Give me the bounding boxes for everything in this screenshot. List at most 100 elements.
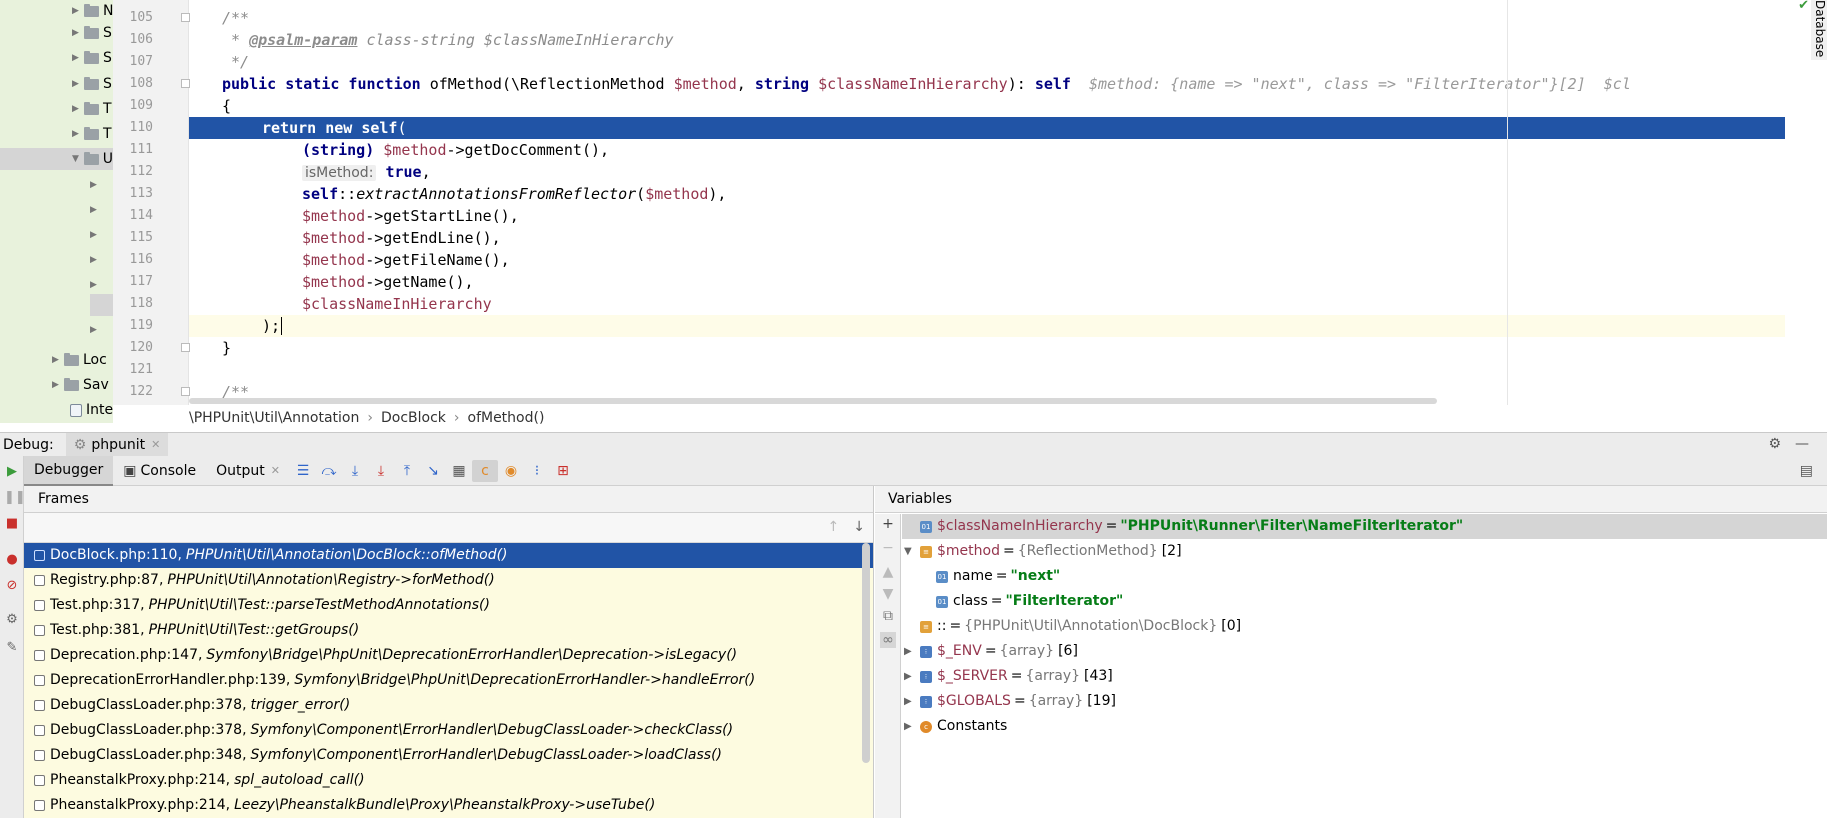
tree-item[interactable]: Inte	[70, 399, 113, 421]
add-icon[interactable]: +	[880, 516, 896, 532]
code-line[interactable]: */	[189, 51, 1785, 73]
pin-icon[interactable]: ✎	[4, 640, 20, 656]
tree-item[interactable]: ▶ S	[72, 47, 112, 69]
tree-item[interactable]: ▶	[90, 224, 102, 246]
debug-session-tab[interactable]: ⚙ phpunit ✕	[65, 432, 169, 457]
view-breakpoints-icon[interactable]: ●	[4, 552, 20, 568]
evaluate-expression-icon[interactable]: ▦	[446, 460, 472, 482]
chevron-right-icon[interactable]: ▶	[72, 28, 84, 38]
chevron-right-icon[interactable]: ▶	[90, 280, 102, 290]
tree-item[interactable]: ▶	[90, 249, 102, 271]
step-over-icon[interactable]: ⤼	[316, 460, 342, 482]
code-line[interactable]: $classNameInHierarchy	[189, 293, 1785, 315]
settings-icon[interactable]: ⚙	[4, 612, 20, 628]
frames-list[interactable]: DocBlock.php:110, PHPUnit\Util\Annotation…	[24, 543, 873, 818]
project-tree[interactable]: ▶ N ▶ S ▶ S ▶ S ▶ T ▶ T ▼ U ▶ ▶ ▶ ▶ ▶ ▶ ▶ Loc ▶ S…	[0, 0, 113, 423]
code-line[interactable]: $method->getName(),	[189, 271, 1785, 293]
mute-breakpoints-icon[interactable]: ⊘	[4, 578, 20, 594]
tree-item[interactable]	[90, 294, 113, 316]
tree-item[interactable]: ▶	[90, 319, 102, 341]
code-editor[interactable]: 105 106 107 108 109 110 111 112 113 114 …	[113, 0, 1827, 405]
code-line[interactable]: public static function ofMethod(\Reflect…	[189, 73, 1785, 95]
show-execution-point-icon[interactable]: ☰	[290, 460, 316, 482]
tree-item[interactable]: ▶ N	[72, 0, 113, 22]
sort-values-icon[interactable]: ⁝	[524, 460, 550, 482]
code-line[interactable]: isMethod: true,	[189, 161, 1785, 183]
resume-icon[interactable]: ▶	[4, 464, 20, 480]
frame-row[interactable]: DebugClassLoader.php:348, Symfony\Compone…	[24, 743, 873, 768]
variable-row[interactable]: 01 class = "FilterIterator"	[902, 589, 1827, 614]
code-line[interactable]: * @psalm-param class-string $classNameIn…	[189, 29, 1785, 51]
tree-item[interactable]: ▶ T	[72, 98, 112, 120]
chevron-right-icon[interactable]: ▶	[90, 255, 102, 265]
code-line[interactable]: }	[189, 337, 1785, 359]
database-tool-tab[interactable]: Database	[1811, 0, 1827, 60]
variables-tree[interactable]: 01 $classNameInHierarchy = "PHPUnit\Runn…	[902, 514, 1827, 818]
frame-row[interactable]: Deprecation.php:147, Symfony\Bridge\PhpUn…	[24, 643, 873, 668]
frame-row[interactable]: DocBlock.php:110, PHPUnit\Util\Annotation…	[24, 543, 873, 568]
variable-row[interactable]: ▶ ⁝ $_SERVER = {array} [43]	[902, 664, 1827, 689]
tree-item[interactable]: ▶ T	[72, 123, 112, 145]
code-line[interactable]: $method->getStartLine(),	[189, 205, 1785, 227]
caret-line[interactable]: );	[189, 315, 1785, 337]
horizontal-scrollbar[interactable]	[189, 398, 1437, 404]
tree-item-selected[interactable]: ▼ U	[0, 148, 113, 170]
copy-icon[interactable]: ⧉	[880, 608, 896, 624]
line-gutter[interactable]: 105 106 107 108 109 110 111 112 113 114 …	[113, 0, 190, 405]
move-down-icon[interactable]: ▼	[880, 586, 896, 602]
chevron-right-icon[interactable]: ▶	[90, 180, 102, 190]
close-icon[interactable]: ✕	[271, 464, 280, 477]
code-line[interactable]: self::extractAnnotationsFromReflector($m…	[189, 183, 1785, 205]
tab-debugger[interactable]: Debugger	[24, 455, 114, 486]
frame-row[interactable]: Test.php:317, PHPUnit\Util\Test::parseTes…	[24, 593, 873, 618]
variable-row[interactable]: ▶ ⁝ $GLOBALS = {array} [19]	[902, 689, 1827, 714]
move-up-icon[interactable]: ▲	[880, 564, 896, 580]
frame-row[interactable]: Test.php:381, PHPUnit\Util\Test::getGroup…	[24, 618, 873, 643]
variable-row[interactable]: 01 name = "next"	[902, 564, 1827, 589]
chevron-right-icon[interactable]: ▶	[90, 205, 102, 215]
pause-icon[interactable]: ❚❚	[4, 490, 26, 506]
code-line[interactable]: /**	[189, 7, 1785, 29]
force-step-into-icon[interactable]: ⤓	[368, 460, 394, 482]
chevron-right-icon[interactable]: ▶	[72, 53, 84, 63]
frame-row[interactable]: PheanstalkProxy.php:214, Leezy\Pheanstalk…	[24, 793, 873, 818]
chevron-right-icon[interactable]: ▶	[72, 6, 84, 16]
show-constants-icon[interactable]: c	[471, 459, 498, 482]
chevron-right-icon[interactable]: ▶	[52, 380, 64, 390]
chevron-right-icon[interactable]: ▶	[90, 325, 102, 335]
frame-row[interactable]: PheanstalkProxy.php:214, spl_autoload_cal…	[24, 768, 873, 793]
tree-item[interactable]: ▶ Sav	[52, 374, 109, 396]
code-line[interactable]: {	[189, 95, 1785, 117]
variable-row[interactable]: 01 $classNameInHierarchy = "PHPUnit\Runn…	[902, 514, 1827, 539]
step-into-icon[interactable]: ⤓	[342, 460, 368, 482]
chevron-right-icon[interactable]: ▶	[72, 79, 84, 89]
tree-item[interactable]: ▶	[90, 274, 102, 296]
minimize-icon[interactable]: —	[1795, 436, 1809, 452]
show-watches-icon[interactable]: ∞	[880, 632, 896, 648]
chevron-right-icon[interactable]: ▶	[52, 355, 64, 365]
add-watch-icon[interactable]: ⊞	[550, 460, 576, 482]
breadcrumb-item[interactable]: DocBlock	[381, 410, 446, 426]
chevron-right-icon[interactable]: ▶	[904, 639, 912, 664]
frame-row[interactable]: Registry.php:87, PHPUnit\Util\Annotation\…	[24, 568, 873, 593]
tree-item[interactable]: ▶ S	[72, 73, 112, 95]
arrow-down-icon[interactable]: ↓	[853, 519, 865, 535]
frames-scrollbar[interactable]	[862, 543, 870, 763]
breadcrumb-item[interactable]: \PHPUnit\Util\Annotation	[189, 410, 359, 426]
variable-row[interactable]: ▶ c Constants	[902, 714, 1827, 739]
tree-item[interactable]: ▶ S	[72, 22, 112, 44]
frame-row[interactable]: DeprecationErrorHandler.php:139, Symfony\…	[24, 668, 873, 693]
tree-item[interactable]: ▶	[90, 199, 102, 221]
code-line[interactable]: (string) $method->getDocComment(),	[189, 139, 1785, 161]
gear-icon[interactable]: ⚙	[1768, 436, 1781, 452]
chevron-right-icon[interactable]: ▶	[904, 689, 912, 714]
tree-item[interactable]: ▶ Loc	[52, 349, 107, 371]
breadcrumb-item[interactable]: ofMethod()	[468, 410, 545, 426]
frame-row[interactable]: DebugClassLoader.php:378, trigger_error()	[24, 693, 873, 718]
tree-item[interactable]: ▶	[90, 174, 102, 196]
tab-output[interactable]: Output ✕	[206, 456, 290, 486]
frame-row[interactable]: DebugClassLoader.php:378, Symfony\Compone…	[24, 718, 873, 743]
code-line[interactable]: $method->getEndLine(),	[189, 227, 1785, 249]
chevron-right-icon[interactable]: ▶	[72, 104, 84, 114]
tab-console[interactable]: ▣ Console	[113, 456, 206, 486]
